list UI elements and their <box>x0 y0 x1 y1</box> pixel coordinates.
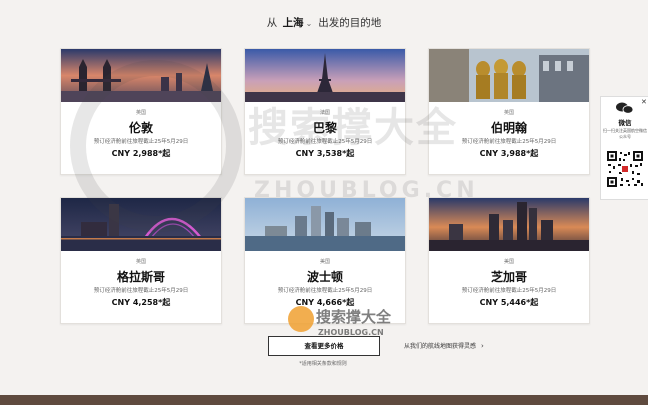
wechat-panel: ✕ 微信 扫一扫关注英国航空微信公众号 <box>600 96 648 200</box>
search-icon <box>288 306 314 332</box>
city-name: 格拉斯哥 <box>116 270 165 284</box>
wechat-title: 微信 <box>618 119 632 127</box>
destination-card-chicago[interactable]: 美国 芝加哥 预订经济舱前往旅程截止25年5月29日 CNY 5,446*起 <box>428 197 590 324</box>
chevron-down-icon[interactable]: ⌄ <box>306 19 313 28</box>
fare-note: 预订经济舱前往旅程截止25年5月29日 <box>277 139 373 145</box>
destination-card-london[interactable]: 英国 伦敦 预订经济舱前往旅程截止25年5月29日 CNY 2,988*起 <box>60 48 222 175</box>
london-image <box>61 49 221 102</box>
wechat-desc: 扫一扫关注英国航空微信公众号 <box>603 128 647 139</box>
price: CNY 3,538*起 <box>295 149 355 158</box>
city-name: 伦敦 <box>128 121 153 135</box>
city-name: 芝加哥 <box>490 270 527 284</box>
price: CNY 2,988*起 <box>111 149 171 158</box>
country-label: 英国 <box>503 110 514 116</box>
destinations-header: 从 上海 ⌄ 出发的目的地 <box>0 15 648 30</box>
price: CNY 5,446*起 <box>479 298 539 307</box>
country-label: 美国 <box>319 259 330 265</box>
city-name: 伯明翰 <box>490 121 527 135</box>
bottom-bar <box>0 395 648 405</box>
watermark-badge-url: ZHOUBLOG.CN <box>318 328 384 337</box>
destination-card-birmingham[interactable]: 英国 伯明翰 预订经济舱前往旅程截止25年5月29日 CNY 3,988*起 <box>428 48 590 175</box>
wechat-icon <box>616 102 634 114</box>
birmingham-image <box>429 49 589 102</box>
country-label: 法国 <box>319 110 330 116</box>
city-name: 巴黎 <box>312 121 337 135</box>
fare-note: 预订经济舱前往旅程截止25年5月29日 <box>93 288 189 294</box>
country-label: 英国 <box>135 259 146 265</box>
glasgow-image <box>61 198 221 251</box>
watermark-badge: 搜索撑大全 ZHOUBLOG.CN <box>288 304 396 342</box>
price: CNY 3,988*起 <box>479 149 539 158</box>
boston-image <box>245 198 405 251</box>
country-label: 美国 <box>503 259 514 265</box>
route-map-link-label: 从我们的航线地图获得灵感 <box>404 343 477 350</box>
chevron-right-icon: › <box>481 342 484 350</box>
close-icon[interactable]: ✕ <box>641 98 647 106</box>
fare-note: 预订经济舱前往旅程截止25年5月29日 <box>461 139 557 145</box>
departure-city-selector[interactable]: 上海 <box>283 17 304 29</box>
route-map-link[interactable]: 从我们的航线地图获得灵感 › <box>404 341 484 350</box>
fare-note: 预订经济舱前往旅程截止25年5月29日 <box>461 288 557 294</box>
header-suffix: 出发的目的地 <box>318 17 382 29</box>
terms-disclaimer[interactable]: *适用相关条款和规则 <box>268 360 378 367</box>
country-label: 英国 <box>135 110 146 116</box>
page: 从 上海 ⌄ 出发的目的地 英国 伦敦 预订经济舱前往旅程截止25年5月29日 CN… <box>0 0 648 395</box>
destination-card-glasgow[interactable]: 英国 格拉斯哥 预订经济舱前往旅程截止25年5月29日 CNY 4,258*起 <box>60 197 222 324</box>
destination-card-paris[interactable]: 法国 巴黎 预订经济舱前往旅程截止25年5月29日 CNY 3,538*起 <box>244 48 406 175</box>
price: CNY 4,258*起 <box>111 298 171 307</box>
watermark-badge-text: 搜索撑大全 <box>316 308 392 326</box>
fare-note: 预订经济舱前往旅程截止25年5月29日 <box>277 288 373 294</box>
chicago-image <box>429 198 589 251</box>
city-name: 波士顿 <box>306 270 343 284</box>
header-prefix: 从 <box>266 17 278 29</box>
paris-image <box>245 49 405 102</box>
qr-code <box>606 150 644 188</box>
fare-note: 预订经济舱前往旅程截止25年5月29日 <box>93 139 189 145</box>
